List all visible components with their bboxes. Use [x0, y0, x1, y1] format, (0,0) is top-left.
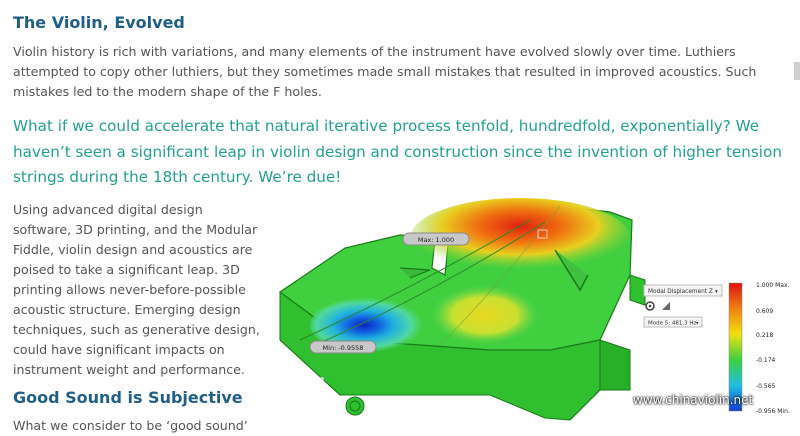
legend-tick: -0.956 Min. [756, 408, 790, 415]
legend-tick: -0.174 [756, 357, 776, 364]
scrollbar-thumb[interactable] [794, 62, 800, 80]
min-label: Min: -0.9558 [309, 340, 377, 354]
svg-text:Min: -0.9558: Min: -0.9558 [323, 344, 364, 352]
result-type-dropdown[interactable]: Modal Displacement Z ▾ [643, 284, 723, 297]
settings-icon[interactable] [645, 301, 655, 311]
max-label: Max: 1.000 [402, 232, 470, 246]
legend-tick: 0.218 [756, 332, 773, 339]
legend-tick: 0.609 [756, 308, 773, 315]
svg-text:Max: 1.000: Max: 1.000 [418, 236, 454, 244]
svg-text:Modal Displacement Z: Modal Displacement Z [648, 289, 713, 295]
section-title-violin-evolved: The Violin, Evolved [13, 13, 185, 32]
body-paragraph: Using advanced digital design software, … [13, 202, 260, 377]
pull-quote: What if we could accelerate that natural… [13, 117, 782, 186]
section-title-good-sound: Good Sound is Subjective [13, 388, 243, 407]
violin-body-render: Max: 1.000 Min: -0.9558 Modal Displaceme… [278, 198, 790, 421]
body-paragraph-partial: What we consider to be ‘good sound’ [13, 418, 248, 433]
chevron-down-icon: ▾ [715, 289, 718, 295]
svg-text:Mode 5: 481.3 Hz: Mode 5: 481.3 Hz [648, 321, 696, 327]
mode-dropdown[interactable]: Mode 5: 481.3 Hz ▾ [643, 316, 703, 328]
watermark: www.chinaviolin.net [633, 393, 754, 407]
legend-tick: 1.000 Max. [756, 282, 789, 289]
simulation-figure: Max: 1.000 Min: -0.9558 Modal Displaceme… [270, 190, 800, 427]
legend-tick: -0.565 [756, 383, 776, 390]
intro-paragraph: Violin history is rich with variations, … [13, 44, 757, 99]
probe-icon[interactable] [662, 302, 670, 310]
